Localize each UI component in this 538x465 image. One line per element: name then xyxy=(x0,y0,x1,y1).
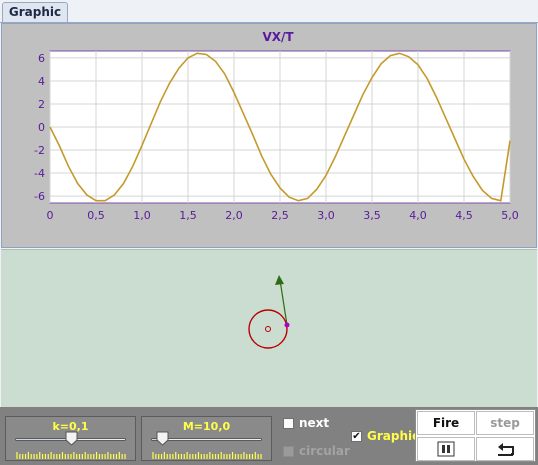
action-buttons: Fire step xyxy=(415,409,536,462)
velocity-chart: VX/T 6 4 2 0 -2 -4 -6 0 0,5 1,0 1,5 2,0 2,5 3,0 3,5 4,… xyxy=(34,30,519,222)
x-tick-label: 0 xyxy=(47,209,54,222)
graphic-checkbox[interactable]: ✔ Graphic xyxy=(351,429,419,443)
circular-checkbox: circular xyxy=(283,444,350,458)
y-tick-label: -4 xyxy=(34,167,45,180)
k-slider-panel: k=0,1 xyxy=(5,416,136,461)
next-checkbox-box[interactable] xyxy=(283,417,294,429)
pause-icon xyxy=(437,441,455,457)
velocity-arrowhead-icon xyxy=(275,275,284,285)
ball-center-marker xyxy=(265,326,271,332)
fire-button[interactable]: Fire xyxy=(417,411,475,435)
tab-graphic[interactable]: Graphic xyxy=(2,2,68,23)
y-tick-label: 0 xyxy=(38,121,45,134)
x-tick-label: 4,0 xyxy=(409,209,427,222)
k-slider-thumb[interactable] xyxy=(65,431,78,446)
x-tick-label: 1,5 xyxy=(179,209,197,222)
y-tick-label: -6 xyxy=(34,190,45,203)
next-checkbox[interactable]: next xyxy=(283,416,329,430)
y-axis-ticks: 6 4 2 0 -2 -4 -6 xyxy=(34,52,45,203)
graph-panel: VX/T 6 4 2 0 -2 -4 -6 0 0,5 1,0 1,5 2,0 2,5 3,0 3,5 4,… xyxy=(1,23,537,248)
x-tick-label: 3,0 xyxy=(317,209,335,222)
m-slider-panel: M=10,0 xyxy=(141,416,272,461)
reset-button[interactable] xyxy=(476,437,534,461)
x-tick-label: 4,5 xyxy=(455,209,473,222)
x-tick-label: 3,5 xyxy=(363,209,381,222)
m-slider-thumb[interactable] xyxy=(156,431,169,446)
x-tick-label: 5,0 xyxy=(501,209,519,222)
circular-checkbox-box xyxy=(283,445,294,457)
pause-button[interactable] xyxy=(417,437,475,461)
y-tick-label: 6 xyxy=(38,52,45,65)
k-slider-fill xyxy=(16,439,71,440)
x-tick-label: 0,5 xyxy=(87,209,105,222)
y-tick-label: 2 xyxy=(38,98,45,111)
circular-checkbox-label: circular xyxy=(299,444,350,458)
mass-ball[interactable] xyxy=(248,309,288,349)
k-slider-ticks xyxy=(16,452,126,459)
x-axis-ticks: 0 0,5 1,0 1,5 2,0 2,5 3,0 3,5 4,0 4,5 5,0 xyxy=(47,209,519,222)
y-tick-label: 4 xyxy=(38,75,45,88)
graphic-checkbox-label: Graphic xyxy=(367,429,420,443)
x-tick-label: 2,0 xyxy=(225,209,243,222)
m-slider-ticks xyxy=(152,452,262,459)
chart-title: VX/T xyxy=(262,30,294,44)
contact-point[interactable] xyxy=(284,322,290,328)
simulation-canvas xyxy=(248,275,290,349)
app-window: Graphic VX/T 6 4 2 0 -2 -4 -6 0 0,5 1,0 1,5 2,0 2,5… xyxy=(0,0,538,465)
x-tick-label: 1,0 xyxy=(133,209,151,222)
x-tick-label: 2,5 xyxy=(271,209,289,222)
tab-strip: Graphic xyxy=(0,0,538,23)
graphic-checkbox-box[interactable]: ✔ xyxy=(351,430,362,442)
simulation-area[interactable] xyxy=(1,249,537,407)
next-checkbox-label: next xyxy=(299,416,330,430)
step-button[interactable]: step xyxy=(476,411,534,435)
y-tick-label: -2 xyxy=(34,144,45,157)
undo-arrow-icon xyxy=(498,443,514,456)
